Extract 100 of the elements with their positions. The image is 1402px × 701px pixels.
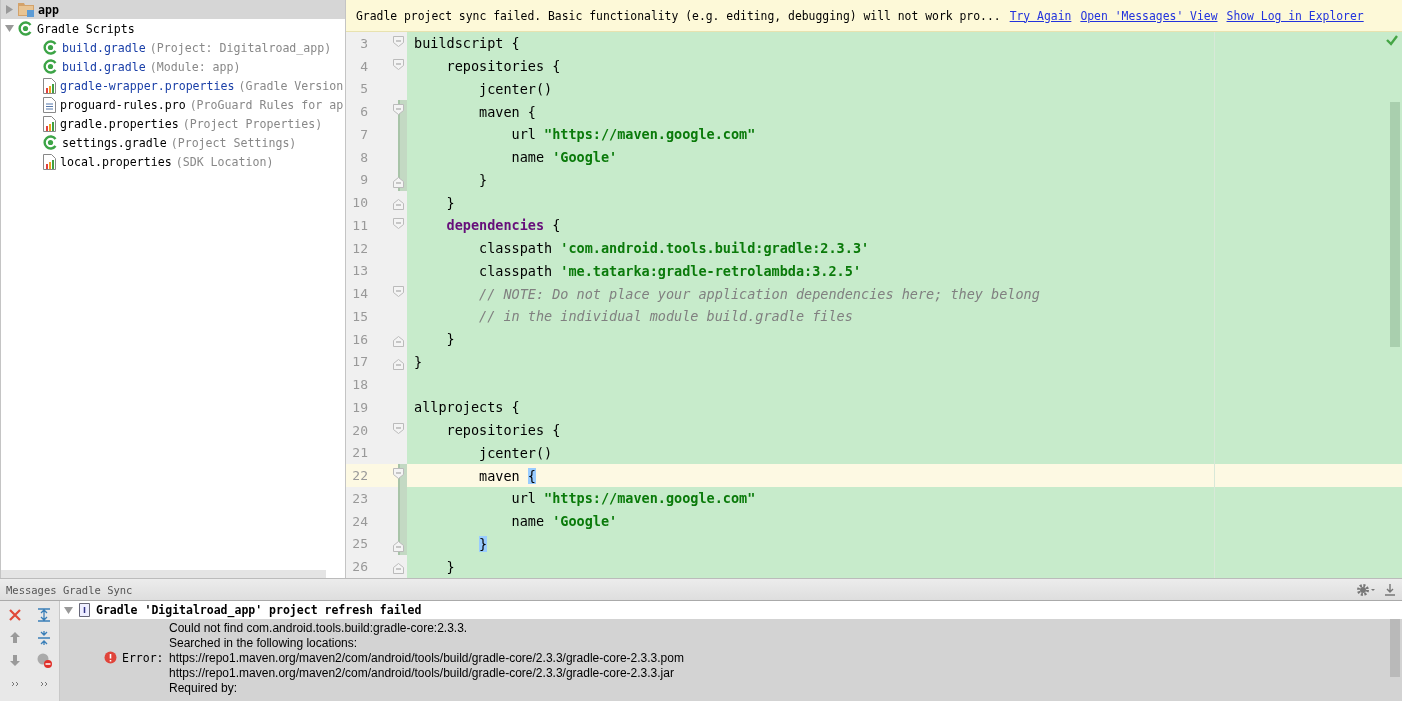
banner-message: Gradle project sync failed. Basic functionality (e.g. editing, debugging) will not work pro... — [356, 8, 1001, 23]
down-arrow-icon[interactable] — [8, 654, 21, 667]
up-arrow-icon[interactable] — [8, 631, 21, 644]
tree-item[interactable]: build.gradle (Module: app) — [1, 57, 345, 76]
code-token: // in the individual module build.gradle files — [479, 308, 853, 325]
line-number: 10 — [351, 195, 368, 211]
code-token: name — [511, 513, 545, 530]
file-hint: (Module: app) — [149, 59, 241, 74]
fold-marker-icon[interactable] — [393, 422, 404, 434]
line-number: 8 — [359, 149, 368, 165]
file-name: settings.gradle — [62, 135, 167, 150]
code-token: 'Google' — [552, 149, 618, 166]
close-icon[interactable] — [8, 608, 21, 621]
line-number: 14 — [351, 286, 368, 302]
scrollbar[interactable] — [1390, 619, 1400, 677]
code-token: 'com.android.tools.build:gradle:2.3.3' — [560, 240, 870, 257]
expanded-arrow-icon[interactable] — [64, 605, 73, 615]
code-token: url — [511, 490, 537, 507]
fold-marker-icon[interactable] — [393, 358, 404, 370]
line-number: 7 — [359, 126, 368, 142]
expanded-arrow-icon[interactable] — [5, 24, 14, 33]
code-token: } — [446, 194, 455, 211]
banner-link[interactable]: Open 'Messages' View — [1080, 8, 1218, 23]
file-name: proguard-rules.pro — [60, 97, 186, 112]
code-token: name — [511, 149, 545, 166]
code-token: dependencies — [446, 217, 545, 234]
error-detail: Could not find com.android.tools.build:gradle-core:2.3.3. — [169, 621, 469, 636]
panel-title: Messages Gradle Sync — [6, 583, 133, 596]
tree-item[interactable]: settings.gradle (Project Settings) — [1, 133, 345, 152]
line-number: 16 — [351, 331, 368, 347]
file-name: build.gradle — [62, 59, 146, 74]
line-number: 18 — [351, 377, 368, 393]
file-name: gradle-wrapper.properties — [60, 78, 235, 93]
fold-marker-icon[interactable] — [393, 199, 404, 211]
banner-link[interactable]: Show Log in Explorer — [1226, 8, 1364, 23]
fold-marker-icon[interactable] — [393, 335, 404, 347]
gradle-icon — [43, 59, 58, 74]
gradle-icon — [43, 40, 58, 55]
error-detail: https://repo1.maven.org/maven2/com/android/tools/build/gradle-core/2.3.3/gradle-core-2.3.3.pom — [169, 651, 684, 666]
error-filter-icon[interactable] — [36, 653, 52, 668]
code-token: } — [414, 353, 423, 370]
tree-item[interactable]: gradle-wrapper.properties (Gradle Version — [1, 76, 345, 95]
fold-marker-icon[interactable] — [393, 176, 404, 188]
code-token: classpath — [479, 240, 554, 257]
check-icon — [1386, 35, 1398, 47]
folder-icon — [18, 2, 34, 17]
gradle-icon — [18, 21, 33, 36]
file-hint: (ProGuard Rules for ap — [189, 97, 344, 112]
code-token: jcenter() — [479, 80, 553, 97]
code-token: } — [446, 331, 455, 348]
expand-all-icon[interactable] — [37, 607, 52, 622]
more-chevron-icon[interactable] — [40, 680, 49, 687]
line-number: 6 — [359, 104, 368, 120]
collapse-all-icon[interactable] — [37, 630, 52, 645]
fold-marker-icon[interactable] — [393, 104, 404, 116]
code-token: allprojects { — [414, 399, 520, 416]
line-number: 13 — [351, 263, 368, 279]
file-name: Gradle Scripts — [37, 21, 135, 36]
error-label: Error: — [122, 650, 164, 665]
fold-marker-icon[interactable] — [393, 468, 404, 480]
code-token: repositories { — [446, 422, 561, 439]
more-chevron-icon[interactable] — [10, 680, 19, 687]
tree-item[interactable]: proguard-rules.pro (ProGuard Rules for ap — [1, 95, 345, 114]
line-number: 20 — [351, 422, 368, 438]
line-number: 22 — [351, 468, 368, 484]
message-title: Gradle 'Digitalroad_app' project refresh failed — [96, 603, 422, 617]
tree-item[interactable]: gradle.properties (Project Properties) — [1, 114, 345, 133]
settings-icon[interactable] — [1356, 582, 1376, 597]
error-detail: Searched in the following locations: — [169, 636, 359, 651]
tree-item[interactable]: Gradle Scripts — [1, 19, 345, 38]
code-token: 'me.tatarka:gradle-retrolambda:3.2.5' — [560, 262, 861, 279]
fold-marker-icon[interactable] — [393, 563, 404, 575]
tree-item[interactable]: app — [1, 0, 345, 19]
collapsed-arrow-icon[interactable] — [5, 5, 14, 14]
file-hint: (Project Settings) — [170, 135, 297, 150]
code-token: "https://maven.google.com" — [544, 126, 756, 143]
line-number: 24 — [351, 513, 368, 529]
scrollbar[interactable] — [1, 570, 326, 578]
code-token: repositories { — [446, 58, 561, 75]
scrollbar[interactable] — [1390, 102, 1400, 347]
message-row[interactable]: Gradle 'Digitalroad_app' project refresh failed — [60, 601, 1402, 619]
fold-marker-icon[interactable] — [393, 58, 404, 70]
minimize-icon[interactable] — [1384, 582, 1396, 597]
fold-marker-icon[interactable] — [393, 36, 404, 47]
line-number: 15 — [351, 308, 368, 324]
tree-item[interactable]: build.gradle (Project: Digitalroad_app) — [1, 38, 345, 57]
code-token: maven — [479, 467, 521, 484]
error-detail: Required by: — [169, 681, 239, 696]
line-number: 21 — [351, 445, 368, 461]
banner-link[interactable]: Try Again — [1009, 8, 1072, 23]
tree-item[interactable]: local.properties (SDK Location) — [1, 152, 345, 171]
fold-marker-icon[interactable] — [393, 218, 404, 229]
line-number: 23 — [351, 490, 368, 506]
gradle-icon — [43, 135, 58, 150]
file-icon — [79, 603, 90, 617]
fold-marker-icon[interactable] — [393, 286, 404, 298]
code-token: buildscript { — [414, 35, 520, 52]
fold-marker-icon[interactable] — [393, 540, 404, 552]
code-token: 'Google' — [552, 513, 618, 530]
file-name: gradle.properties — [60, 116, 179, 131]
